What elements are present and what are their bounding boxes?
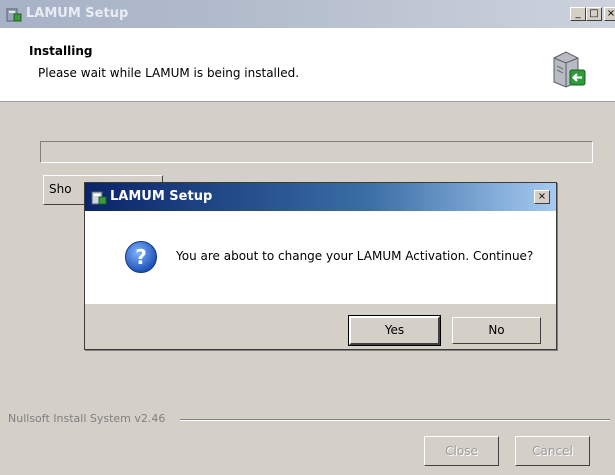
yes-button[interactable]: Yes <box>348 315 441 346</box>
svg-text:?: ? <box>135 245 147 269</box>
close-window-button[interactable]: × <box>604 7 615 21</box>
dialog-close-button[interactable]: × <box>534 190 550 204</box>
installer-icon <box>91 191 107 205</box>
close-button[interactable]: Close <box>424 436 499 466</box>
dialog-body: ? You are about to change your LAMUM Act… <box>85 211 556 304</box>
branding-divider <box>180 419 610 421</box>
cancel-button[interactable]: Cancel <box>515 436 590 466</box>
page-subtitle: Please wait while LAMUM is being install… <box>38 66 300 80</box>
confirmation-dialog: LAMUM Setup × ? You are about to change … <box>84 182 557 350</box>
show-details-label: Sho <box>49 182 72 196</box>
minimize-button[interactable]: _ <box>570 7 586 21</box>
branding-text: Nullsoft Install System v2.46 <box>8 412 166 425</box>
server-install-icon <box>553 51 586 88</box>
installer-header: Installing Please wait while LAMUM is be… <box>0 28 615 102</box>
page-title: Installing <box>29 44 93 58</box>
maximize-button[interactable]: □ <box>586 7 602 21</box>
dialog-title-bar[interactable]: LAMUM Setup × <box>85 183 556 211</box>
question-icon: ? <box>125 241 157 273</box>
window-title: LAMUM Setup <box>26 6 129 21</box>
install-progress-bar <box>40 141 593 163</box>
dialog-title: LAMUM Setup <box>110 189 213 204</box>
dialog-message: You are about to change your LAMUM Activ… <box>176 249 534 263</box>
installer-title-bar[interactable]: LAMUM Setup _ □ × <box>0 0 615 28</box>
no-button[interactable]: No <box>452 317 541 344</box>
installer-icon <box>6 8 22 22</box>
